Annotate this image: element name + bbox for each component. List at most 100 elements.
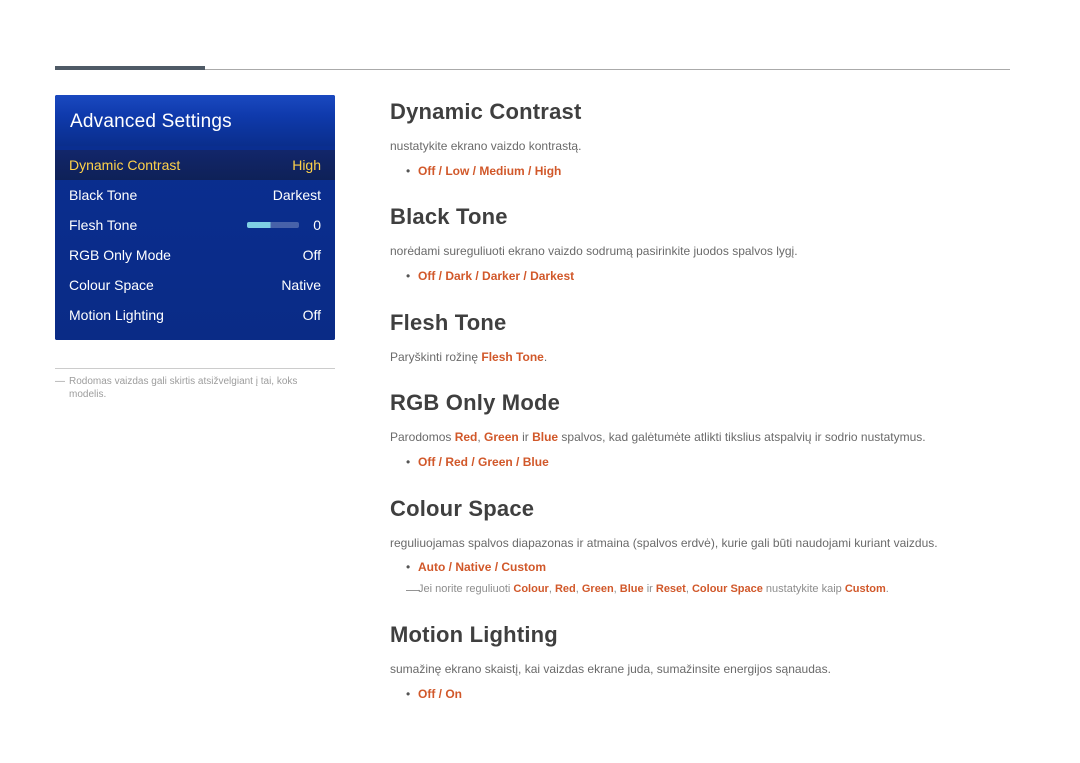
opt: Off: [418, 455, 435, 469]
sep: /: [445, 560, 455, 574]
opt: Green: [478, 455, 513, 469]
section-motion-lighting: Motion Lighting sumažinę ekrano skaistį,…: [390, 618, 1010, 703]
opt: High: [535, 164, 562, 178]
sep: /: [520, 269, 530, 283]
hl: Green: [484, 430, 519, 444]
opt: Off: [418, 269, 435, 283]
sep: /: [491, 560, 501, 574]
section-title: Black Tone: [390, 200, 1010, 234]
text: Parodomos: [390, 430, 455, 444]
hl: Green: [582, 583, 614, 595]
sep: /: [468, 455, 478, 469]
section-desc: nustatykite ekrano vaizdo kontrastą.: [390, 137, 950, 156]
osd-body: Dynamic Contrast High Black Tone Darkest…: [55, 146, 335, 340]
descriptions-column: Dynamic Contrast nustatykite ekrano vaiz…: [390, 95, 1010, 733]
opt: Blue: [523, 455, 549, 469]
osd-label: RGB Only Mode: [69, 245, 261, 267]
hl: Reset: [656, 583, 686, 595]
osd-label: Black Tone: [69, 185, 261, 207]
hl: Blue: [532, 430, 558, 444]
osd-label: Flesh Tone: [69, 215, 247, 237]
osd-value: Native: [261, 275, 321, 297]
opt: Off: [418, 687, 435, 701]
sep: /: [435, 455, 445, 469]
hl: Colour Space: [692, 583, 763, 595]
section-options: Off / Low / Medium / High: [390, 162, 1010, 181]
hl: Red: [555, 583, 576, 595]
section-desc: reguliuojamas spalvos diapazonas ir atma…: [390, 534, 950, 553]
section-title: RGB Only Mode: [390, 386, 1010, 420]
section-desc: norėdami sureguliuoti ekrano vaizdo sodr…: [390, 242, 950, 261]
opt: Native: [455, 560, 491, 574]
text: ir: [519, 430, 532, 444]
osd-column: Advanced Settings Dynamic Contrast High …: [55, 95, 390, 733]
section-options: Off / Red / Green / Blue: [390, 453, 1010, 472]
caption-dash: ―: [55, 375, 65, 401]
hl: Red: [455, 430, 478, 444]
section-title: Motion Lighting: [390, 618, 1010, 652]
section-desc: Paryškinti rožinę Flesh Tone.: [390, 348, 950, 367]
section-options: Off / On: [390, 685, 1010, 704]
osd-label: Motion Lighting: [69, 305, 261, 327]
section-options: Off / Dark / Darker / Darkest: [390, 267, 1010, 286]
text: Paryškinti rožinę: [390, 350, 481, 364]
text: .: [544, 350, 547, 364]
section-title: Flesh Tone: [390, 306, 1010, 340]
opt: Medium: [479, 164, 524, 178]
hl: Blue: [620, 583, 644, 595]
opt: Auto: [418, 560, 445, 574]
section-title: Colour Space: [390, 492, 1010, 526]
sep: /: [435, 164, 445, 178]
osd-slider[interactable]: [247, 222, 299, 228]
text: Jei norite reguliuoti: [418, 583, 513, 595]
section-desc: sumažinę ekrano skaistį, kai vaizdas ekr…: [390, 660, 950, 679]
sep: /: [525, 164, 535, 178]
osd-row-colour-space[interactable]: Colour Space Native: [55, 270, 335, 300]
osd-row-rgb-only-mode[interactable]: RGB Only Mode Off: [55, 240, 335, 270]
opt: On: [445, 687, 462, 701]
section-black-tone: Black Tone norėdami sureguliuoti ekrano …: [390, 200, 1010, 285]
section-colour-space: Colour Space reguliuojamas spalvos diapa…: [390, 492, 1010, 598]
osd-label: Colour Space: [69, 275, 261, 297]
text: spalvos, kad galėtumėte atlikti tikslius…: [558, 430, 926, 444]
osd-row-flesh-tone[interactable]: Flesh Tone 0: [55, 210, 335, 240]
opt: Red: [445, 455, 468, 469]
opt: Low: [445, 164, 469, 178]
sep: /: [435, 687, 445, 701]
osd-value: 0: [309, 215, 321, 237]
text: .: [886, 583, 889, 595]
section-title: Dynamic Contrast: [390, 95, 1010, 129]
opt: Off: [418, 164, 435, 178]
opt: Darkest: [530, 269, 574, 283]
text: nustatykite kaip: [763, 583, 845, 595]
page-content: Advanced Settings Dynamic Contrast High …: [55, 95, 1010, 733]
section-rgb-only-mode: RGB Only Mode Parodomos Red, Green ir Bl…: [390, 386, 1010, 471]
section-subnote: ― Jei norite reguliuoti Colour, Red, Gre…: [390, 581, 1010, 598]
caption-divider: [55, 368, 335, 369]
note-dash: ―: [406, 579, 420, 601]
section-options: Auto / Native / Custom: [390, 558, 1010, 577]
osd-panel: Advanced Settings Dynamic Contrast High …: [55, 95, 335, 340]
opt: Dark: [445, 269, 472, 283]
osd-row-dynamic-contrast[interactable]: Dynamic Contrast High: [55, 150, 335, 180]
hl: Custom: [845, 583, 886, 595]
opt: Darker: [482, 269, 520, 283]
opt: Custom: [501, 560, 546, 574]
top-accent-bar: [55, 66, 205, 70]
osd-caption: ― Rodomas vaizdas gali skirtis atsižvelg…: [55, 375, 335, 401]
caption-text: Rodomas vaizdas gali skirtis atsižvelgia…: [69, 375, 335, 401]
sep: /: [472, 269, 482, 283]
sep: /: [513, 455, 523, 469]
osd-row-black-tone[interactable]: Black Tone Darkest: [55, 180, 335, 210]
osd-value: Off: [261, 305, 321, 327]
text: ir: [644, 583, 656, 595]
section-desc: Parodomos Red, Green ir Blue spalvos, ka…: [390, 428, 950, 447]
section-dynamic-contrast: Dynamic Contrast nustatykite ekrano vaiz…: [390, 95, 1010, 180]
osd-value: Darkest: [261, 185, 321, 207]
hl: Flesh Tone: [481, 350, 543, 364]
hl: Colour: [513, 583, 548, 595]
sep: /: [435, 269, 445, 283]
osd-value: Off: [261, 245, 321, 267]
sep: /: [469, 164, 479, 178]
osd-row-motion-lighting[interactable]: Motion Lighting Off: [55, 300, 335, 330]
